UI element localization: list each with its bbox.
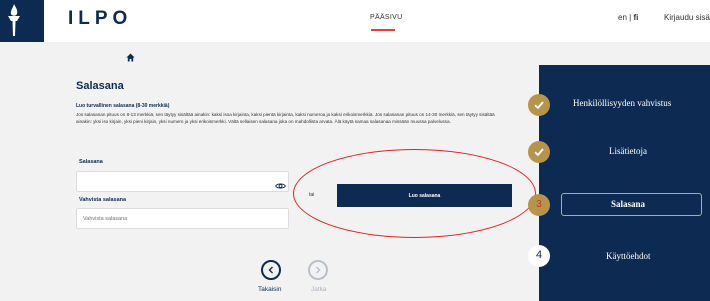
- login-link[interactable]: Kirjaudu sisään: [664, 13, 710, 22]
- check-icon: [534, 148, 544, 157]
- password-requirements-text: Jos salasanan pituus on 8-13 merkkiä, se…: [76, 112, 495, 124]
- home-icon[interactable]: [126, 53, 135, 62]
- confirm-password-input[interactable]: [76, 208, 289, 229]
- step-4-number: 4: [535, 249, 543, 261]
- chevron-left-icon: [268, 266, 273, 274]
- back-button[interactable]: [261, 260, 281, 280]
- step-3-label: Salasana: [611, 199, 646, 209]
- password-input[interactable]: [76, 171, 289, 192]
- step-4-status: 4: [528, 245, 550, 267]
- confirm-password-label: Vahvista salasana: [79, 197, 127, 203]
- password-label: Salasana: [79, 159, 103, 165]
- lang-en-link[interactable]: en: [618, 13, 627, 22]
- next-label[interactable]: Jatka: [311, 286, 327, 293]
- show-password-toggle[interactable]: [275, 177, 286, 195]
- chevron-right-icon: [316, 266, 321, 274]
- lang-fi-link[interactable]: fi: [633, 13, 638, 22]
- top-header: ILPO PÄÄSIVU en | fi Kirjaudu sisään: [0, 0, 710, 42]
- step-3-number: 3: [536, 199, 542, 210]
- brand-name: ILPO: [68, 8, 133, 29]
- step-2-status: [528, 141, 550, 163]
- language-switcher: en | fi: [618, 13, 638, 22]
- step-4-label: Käyttöehdot: [606, 251, 651, 261]
- password-requirements-title: Luo turvallinen salasana (8-30 merkkiä): [76, 103, 170, 109]
- step-1-label: Henkilöllisyyden vahvistus: [573, 98, 672, 108]
- page-title: Salasana: [76, 80, 124, 92]
- torch-icon: [8, 4, 20, 36]
- check-icon: [534, 101, 544, 110]
- step-3-status: 3: [528, 194, 550, 216]
- logo[interactable]: [0, 0, 44, 42]
- step-2-label: Lisätietoja: [609, 146, 647, 156]
- nav-home-link[interactable]: PÄÄSIVU: [370, 14, 402, 21]
- red-annotation-ellipse: [293, 149, 536, 238]
- next-button[interactable]: [308, 260, 328, 280]
- nav-active-indicator: [371, 29, 395, 31]
- breadcrumb: [126, 49, 135, 67]
- back-label[interactable]: Takaisin: [258, 286, 281, 293]
- step-1-status: [528, 94, 550, 116]
- eye-icon: [275, 183, 286, 189]
